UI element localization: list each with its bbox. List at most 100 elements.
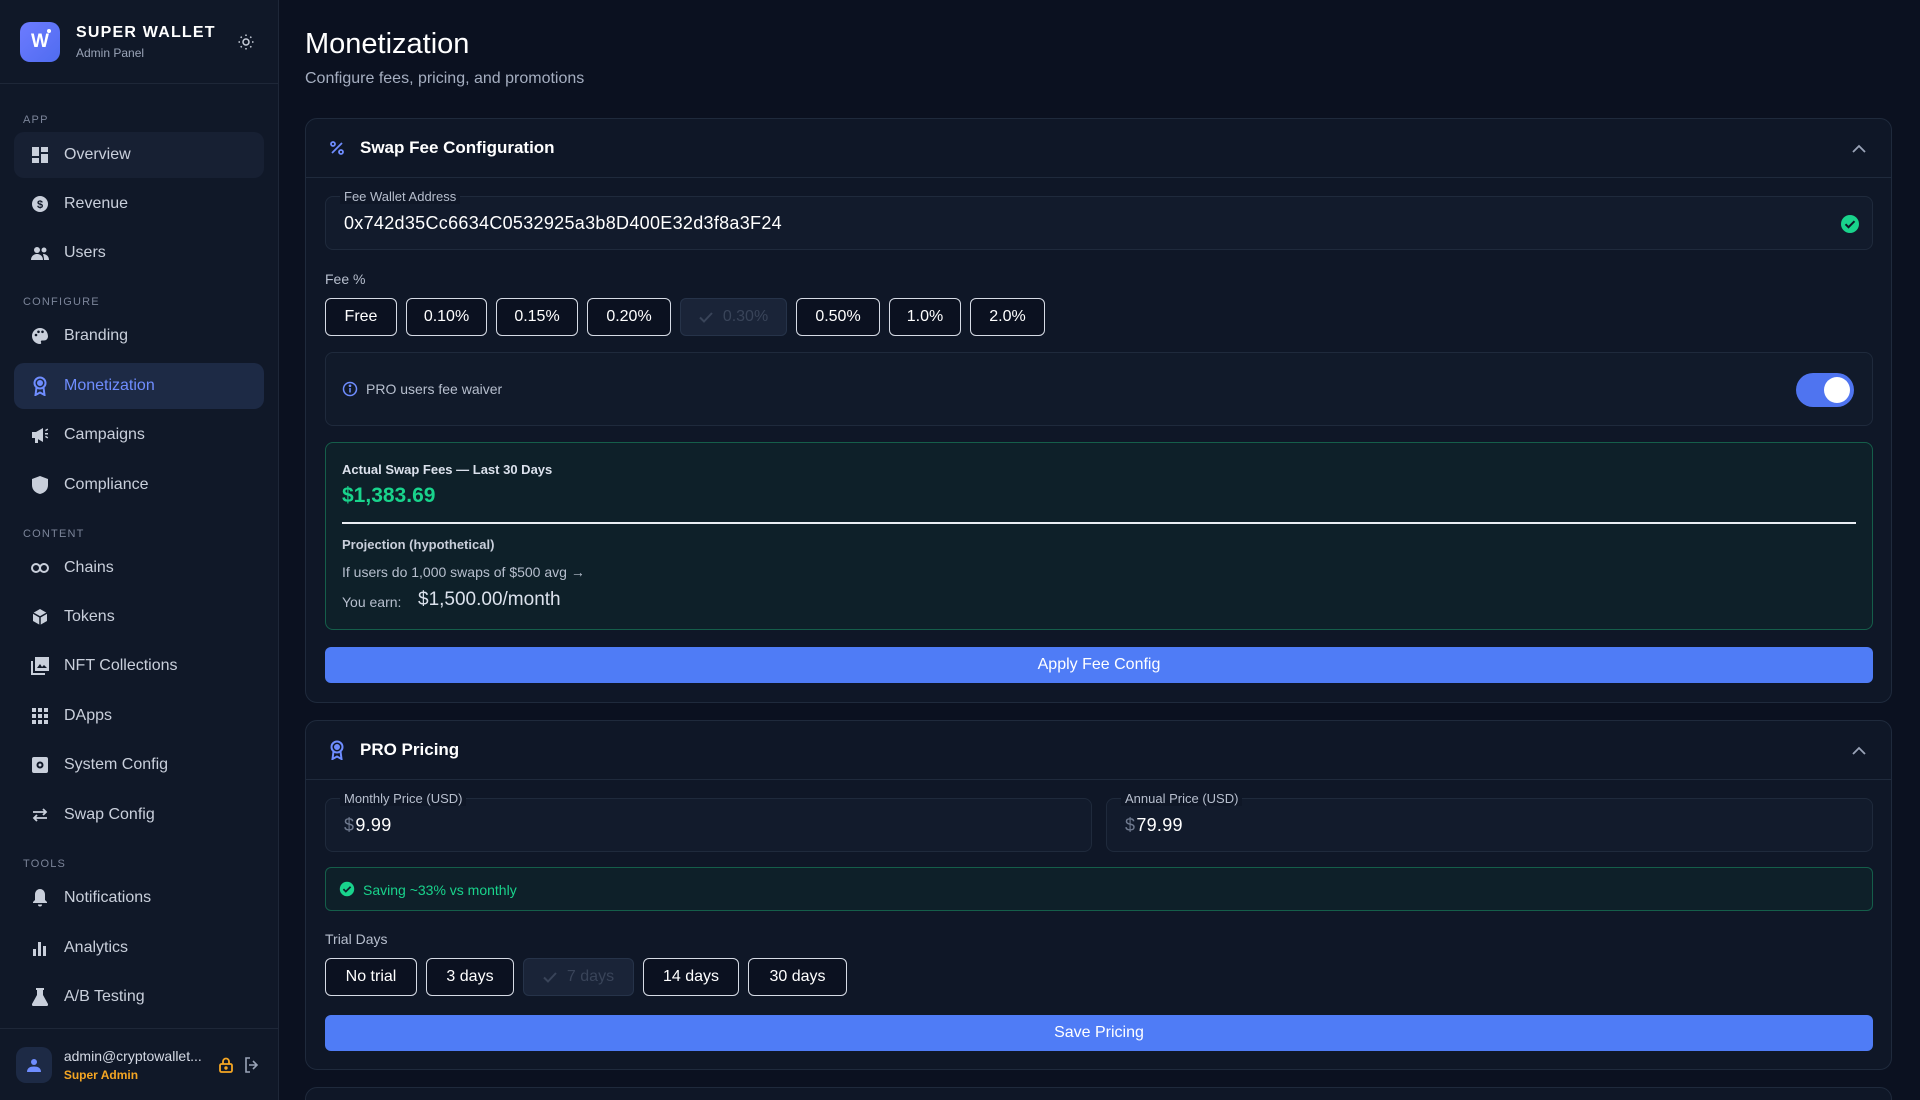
chevron-up-icon[interactable] [1847, 738, 1871, 762]
sidebar-item-label: Compliance [64, 476, 149, 493]
fee-option-0.10[interactable]: 0.10% [406, 298, 487, 336]
fee-option-0.50[interactable]: 0.50% [796, 298, 880, 336]
save-pricing-button[interactable]: Save Pricing [325, 1015, 1873, 1051]
sidebar-item-label: Tokens [64, 608, 115, 625]
fee-option-label: 0.30% [722, 308, 769, 325]
info-icon [342, 381, 358, 402]
swap-fee-stats: Actual Swap Fees — Last 30 Days $1,383.6… [325, 442, 1873, 630]
trial-option-7-selected[interactable]: 7 days [523, 958, 634, 996]
sidebar-item-branding[interactable]: Branding [14, 313, 264, 359]
flask-icon [30, 987, 50, 1007]
user-email: admin@cryptowallet... [63, 1047, 202, 1064]
link-icon [30, 558, 50, 578]
swap-fee-card-header[interactable]: Swap Fee Configuration [306, 119, 1891, 178]
dollar-icon: $ [30, 194, 50, 214]
sidebar-item-compliance[interactable]: Compliance [14, 462, 264, 508]
fee-option-0.15[interactable]: 0.15% [496, 298, 578, 336]
percent-icon [326, 137, 348, 159]
page-subtitle: Configure fees, pricing, and promotions [305, 70, 585, 87]
cube-icon [30, 607, 50, 627]
check-circle-icon [339, 881, 355, 902]
monthly-price-label: Monthly Price (USD) [340, 791, 467, 806]
sidebar-item-nft-collections[interactable]: NFT Collections [14, 643, 264, 689]
sidebar-item-label: A/B Testing [64, 988, 145, 1005]
nav-section-app: APP [23, 114, 49, 126]
apps-icon [30, 706, 50, 726]
logout-icon[interactable] [241, 1054, 263, 1076]
annual-price-field[interactable]: Annual Price (USD) $79.99 [1106, 791, 1873, 852]
sidebar-item-label: Overview [64, 146, 131, 163]
pro-fee-waiver-toggle[interactable] [1796, 373, 1854, 407]
projection-title: Projection (hypothetical) [342, 537, 495, 552]
pro-fee-waiver-label: PRO users fee waiver [366, 381, 503, 397]
sidebar-item-label: Monetization [64, 377, 155, 394]
theme-toggle-sun-icon[interactable] [234, 30, 258, 54]
divider [342, 522, 1856, 524]
toggle-knob [1824, 377, 1850, 403]
sidebar-item-dapps[interactable]: DApps [14, 693, 264, 739]
trial-option-3[interactable]: 3 days [426, 958, 514, 996]
sidebar-item-notifications[interactable]: Notifications [14, 875, 264, 921]
trial-option-none[interactable]: No trial [325, 958, 417, 996]
bell-icon [30, 888, 50, 908]
sidebar-item-campaigns[interactable]: Campaigns [14, 412, 264, 458]
brand-name: SUPER WALLET [76, 23, 216, 41]
pro-pricing-card-title: PRO Pricing [360, 740, 460, 759]
sidebar-item-tokens[interactable]: Tokens [14, 594, 264, 640]
user-icon [26, 1058, 41, 1072]
nav-section-tools: TOOLS [23, 858, 67, 870]
actual-fees-value: $1,383.69 [342, 484, 436, 507]
check-icon [543, 971, 557, 983]
annual-price-value: $79.99 [1125, 815, 1183, 836]
pro-pricing-card-header[interactable]: PRO Pricing [306, 721, 1891, 780]
award-icon [326, 739, 348, 761]
megaphone-icon [30, 425, 50, 445]
trial-option-14[interactable]: 14 days [643, 958, 739, 996]
fee-wallet-address-value: 0x742d35Cc6634C0532925a3b8D400E32d3f8a3F… [344, 213, 782, 233]
svg-text:$: $ [37, 199, 43, 211]
sidebar-item-overview[interactable]: Overview [14, 132, 264, 178]
sidebar-item-system-config[interactable]: System Config [14, 742, 264, 788]
sidebar-item-ab-testing[interactable]: A/B Testing [14, 974, 264, 1020]
sidebar-item-users[interactable]: Users [14, 230, 264, 276]
brand-logo: W [20, 21, 60, 62]
fee-option-free[interactable]: Free [325, 298, 397, 336]
swap-icon [30, 805, 50, 825]
lock-icon[interactable] [215, 1054, 237, 1076]
valid-check-icon [1840, 214, 1860, 234]
award-icon [30, 376, 50, 396]
annual-price-label: Annual Price (USD) [1121, 791, 1243, 806]
sidebar-item-monetization[interactable]: Monetization [14, 363, 264, 409]
fee-wallet-address-label: Fee Wallet Address [340, 189, 461, 204]
trial-option-30[interactable]: 30 days [748, 958, 847, 996]
avatar [16, 1046, 52, 1083]
sidebar-item-revenue[interactable]: $ Revenue [14, 181, 264, 227]
sidebar-item-label: Chains [64, 559, 114, 576]
chevron-up-icon[interactable] [1847, 136, 1871, 160]
fee-option-0.30-selected[interactable]: 0.30% [680, 298, 787, 336]
saving-banner: Saving ~33% vs monthly [325, 867, 1873, 911]
fee-option-2.0[interactable]: 2.0% [970, 298, 1045, 336]
earn-value: $1,500.00/month [418, 589, 561, 610]
sidebar-item-chains[interactable]: Chains [14, 545, 264, 591]
earn-label: You earn: [342, 594, 402, 610]
swap-fee-card-title: Swap Fee Configuration [360, 138, 555, 157]
fee-option-0.20[interactable]: 0.20% [587, 298, 671, 336]
apply-fee-config-button[interactable]: Apply Fee Config [325, 647, 1873, 683]
sidebar-item-analytics[interactable]: Analytics [14, 925, 264, 971]
shield-icon [30, 475, 50, 495]
nav-section-configure: CONFIGURE [23, 296, 100, 308]
currency-symbol: $ [1125, 815, 1136, 835]
trial-option-label: 7 days [566, 968, 615, 985]
sidebar-item-label: Campaigns [64, 426, 145, 443]
fee-wallet-address-field[interactable]: Fee Wallet Address 0x742d35Cc6634C053292… [325, 189, 1873, 250]
user-footer: admin@cryptowallet... Super Admin [0, 1028, 279, 1100]
sidebar-item-swap-config[interactable]: Swap Config [14, 792, 264, 838]
monthly-price-value: $9.99 [344, 815, 392, 836]
actual-fees-label: Actual Swap Fees — Last 30 Days [342, 462, 553, 477]
sidebar-item-label: Branding [64, 327, 129, 344]
fee-option-1.0[interactable]: 1.0% [889, 298, 961, 336]
sidebar-item-label: Analytics [64, 939, 129, 956]
monthly-price-field[interactable]: Monthly Price (USD) $9.99 [325, 791, 1092, 852]
sidebar-item-label: Swap Config [64, 806, 155, 823]
